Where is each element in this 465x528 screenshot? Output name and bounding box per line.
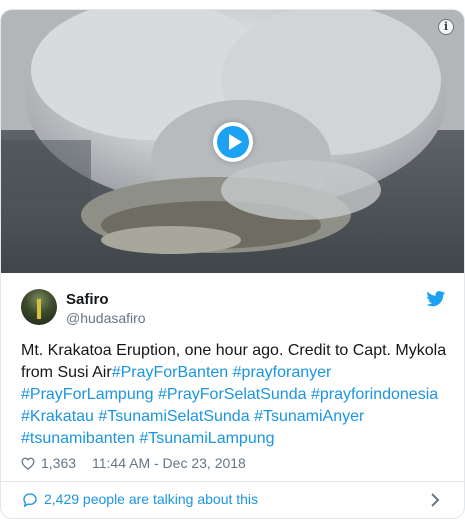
- author-name[interactable]: Safiro: [66, 291, 109, 308]
- info-icon[interactable]: i: [438, 19, 454, 35]
- tweet-timestamp[interactable]: 11:44 AM - Dec 23, 2018: [92, 455, 246, 471]
- chevron-right-icon: [431, 493, 440, 507]
- hashtag-link[interactable]: #TsunamiSelatSunda: [98, 408, 249, 425]
- speech-bubble-icon: [23, 493, 37, 508]
- hashtag-link[interactable]: #prayforindonesia: [311, 386, 438, 403]
- talking-label: 2,429 people are talking about this: [44, 491, 259, 507]
- talking-about-link[interactable]: 2,429 people are talking about this: [1, 482, 464, 518]
- author-handle[interactable]: @hudasafiro: [66, 310, 146, 326]
- avatar[interactable]: [21, 289, 57, 325]
- hashtag-link[interactable]: #PrayForBanten: [112, 364, 229, 381]
- hashtag-link[interactable]: #PrayForSelatSunda: [158, 386, 307, 403]
- play-icon[interactable]: [213, 122, 253, 162]
- hashtag-link[interactable]: #Krakatau: [21, 408, 94, 425]
- hashtag-link[interactable]: #tsunamibanten: [21, 430, 135, 447]
- heart-icon[interactable]: [21, 457, 35, 470]
- tweet-text: Mt. Krakatoa Eruption, one hour ago. Cre…: [21, 340, 451, 450]
- hashtag-link[interactable]: #PrayForLampung: [21, 386, 154, 403]
- hashtag-link[interactable]: #TsunamiAnyer: [254, 408, 364, 425]
- hashtag-link[interactable]: #prayforanyer: [233, 364, 332, 381]
- tweet-embed-card: i Safiro @hudasafiro Mt. Krakatoa Erupti…: [0, 9, 465, 519]
- like-count: 1,363: [41, 455, 77, 471]
- twitter-bird-icon[interactable]: [426, 291, 446, 307]
- video-thumbnail[interactable]: i: [1, 10, 464, 273]
- hashtag-link[interactable]: #TsunamiLampung: [139, 430, 274, 447]
